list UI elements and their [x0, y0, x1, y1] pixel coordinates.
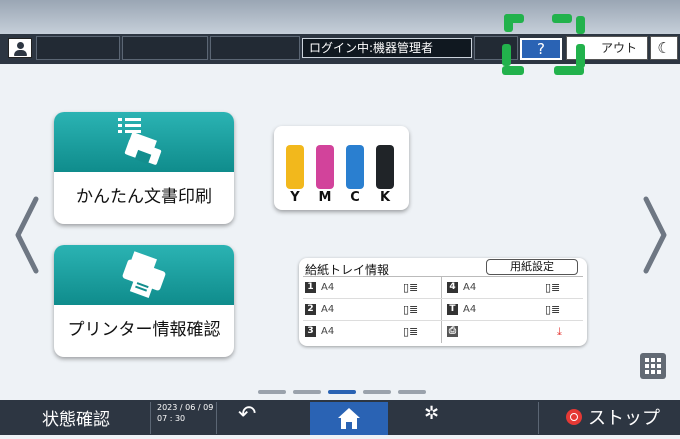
easy-print-label: かんたん文書印刷 [76, 187, 212, 207]
divider [303, 298, 583, 299]
tray-paper-size: A4 [321, 282, 335, 293]
status-segment [474, 36, 518, 60]
moon-icon: ☾ [657, 39, 671, 57]
divider [303, 320, 583, 321]
tray-number: 3 [305, 326, 316, 337]
settings-button[interactable]: ✲ [424, 403, 439, 424]
tray-paper-size: A4 [463, 304, 477, 315]
tray-1: 1 A4 ▯≣ [305, 278, 439, 298]
gear-icon: ✲ [424, 403, 440, 424]
tray-number: 2 [305, 304, 316, 315]
grid-icon [645, 358, 661, 374]
bypass-tray-icon: ⎙ [447, 326, 458, 337]
tray-number: 1 [305, 282, 316, 293]
toner-status-tile[interactable]: Y M C K [274, 126, 409, 210]
stop-button[interactable]: ストップ [588, 404, 660, 430]
status-segment [122, 36, 208, 60]
highlight-dash [576, 44, 585, 68]
easy-print-tile[interactable]: かんたん文書印刷 [54, 112, 234, 224]
previous-page-arrow[interactable] [12, 195, 42, 275]
page-indicator[interactable] [293, 390, 321, 394]
tray-number: 4 [447, 282, 458, 293]
app-list-button[interactable] [640, 353, 666, 379]
tray-paper-size: A4 [463, 282, 477, 293]
paper-settings-button[interactable]: 用紙設定 [486, 259, 578, 275]
tray-bypass: ⎙ ⤓ [447, 322, 581, 342]
paper-empty-icon: ⤓ [557, 325, 562, 338]
toner-letter: M [318, 190, 332, 205]
paper-level-icon: ▯≣ [403, 281, 419, 294]
toner-black [376, 145, 394, 189]
back-arrow-icon: ↶ [238, 402, 257, 427]
paper-level-icon: ▯≣ [545, 281, 561, 294]
user-icon [17, 42, 24, 49]
highlight-dash [502, 66, 524, 75]
login-status: ログイン中:機器管理者 [302, 38, 472, 58]
home-button[interactable] [310, 402, 388, 435]
toner-cyan [346, 145, 364, 189]
stop-icon [566, 409, 582, 425]
paper-level-icon: ▯≣ [403, 303, 419, 316]
printer-info-label: プリンター情報確認 [67, 320, 221, 340]
highlight-dash [552, 14, 572, 23]
toner-letter: C [350, 190, 360, 205]
time-display: 07 : 30 [157, 414, 186, 423]
toner-letter: Y [290, 190, 300, 205]
next-page-arrow[interactable] [640, 195, 670, 275]
page-indicator[interactable] [258, 390, 286, 394]
tray-4: 4 A4 ▯≣ [447, 278, 581, 298]
tray-t: T A4 ▯≣ [447, 300, 581, 320]
divider [216, 402, 217, 434]
divider [303, 276, 583, 277]
page-indicator[interactable] [363, 390, 391, 394]
back-button[interactable]: ↶ [238, 402, 256, 427]
printer-info-tile[interactable]: プリンター情報確認 [54, 245, 234, 357]
highlight-dash [502, 44, 511, 66]
highlight-dash [576, 16, 585, 34]
page-indicator-active[interactable] [328, 390, 356, 394]
divider [441, 277, 442, 343]
status-segment [210, 36, 300, 60]
date-display: 2023 / 06 / 09 [157, 403, 214, 412]
status-segment [36, 36, 120, 60]
energy-saver-button[interactable]: ☾ [650, 36, 678, 60]
paper-level-icon: ▯≣ [545, 303, 561, 316]
user-icon-body [14, 50, 27, 56]
tray-paper-size: A4 [321, 326, 335, 337]
toner-magenta [316, 145, 334, 189]
toner-yellow [286, 145, 304, 189]
tray-3: 3 A4 ▯≣ [305, 322, 439, 342]
toner-letter: K [379, 190, 391, 205]
highlight-dash [504, 14, 513, 32]
paper-tray-panel[interactable]: 給紙トレイ情報 用紙設定 1 A4 ▯≣ 4 A4 ▯≣ 2 A4 ▯≣ T A… [299, 258, 587, 346]
document-print-icon [118, 118, 162, 165]
highlight-dash [554, 66, 584, 75]
home-icon [338, 408, 360, 429]
tray-number: T [447, 304, 458, 315]
page-indicator[interactable] [398, 390, 426, 394]
paper-level-icon: ▯≣ [403, 325, 419, 338]
divider [538, 402, 539, 434]
help-button[interactable]: ? [520, 38, 562, 60]
user-button[interactable] [8, 38, 32, 58]
divider [150, 402, 151, 434]
tray-2: 2 A4 ▯≣ [305, 300, 439, 320]
tray-paper-size: A4 [321, 304, 335, 315]
status-check-button[interactable]: 状態確認 [42, 405, 110, 430]
printer-icon [122, 251, 166, 298]
